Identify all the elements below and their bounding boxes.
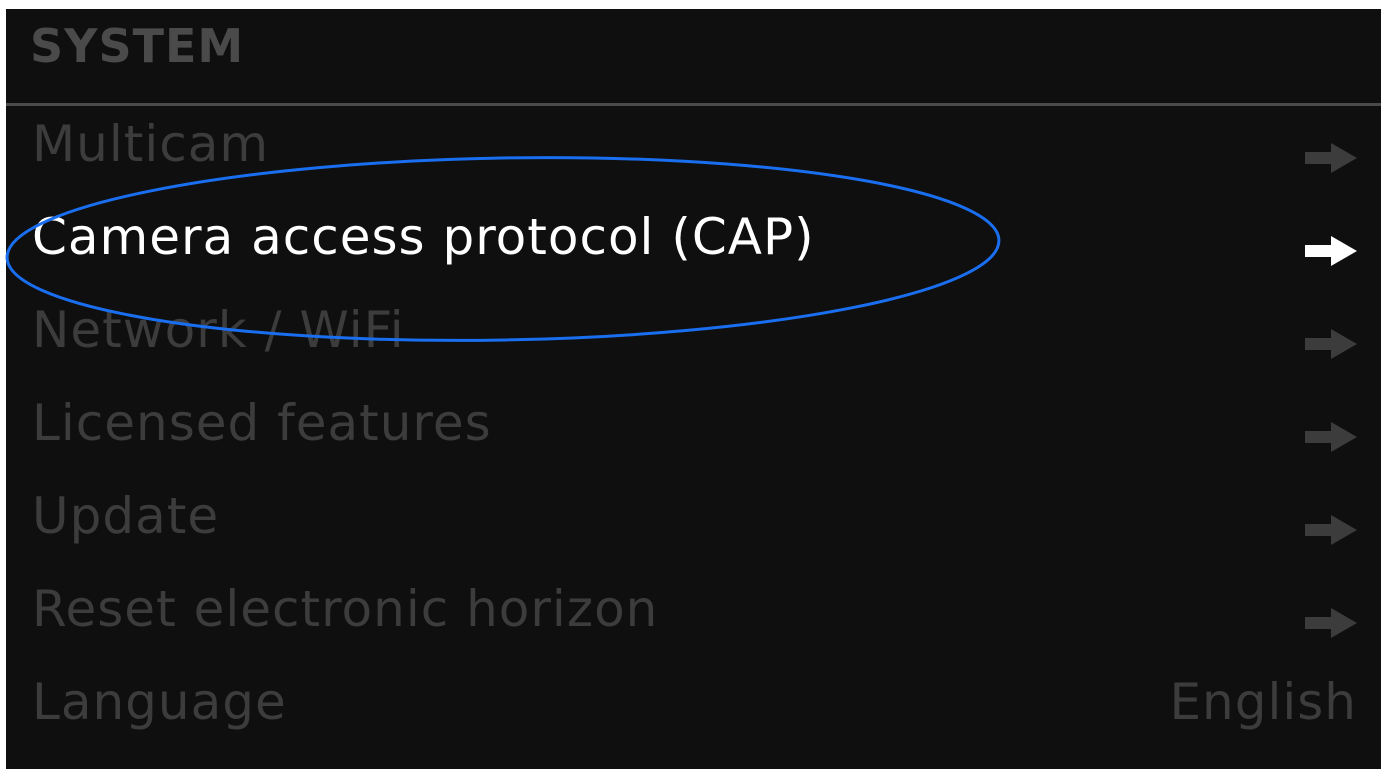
menu-header: SYSTEM — [6, 9, 1381, 103]
menu-item-network-wifi[interactable]: Network / WiFi — [6, 295, 1381, 391]
arrow-right-icon — [1305, 608, 1357, 638]
menu-item-label: Camera access protocol (CAP) — [32, 208, 815, 266]
language-value: English — [1169, 673, 1357, 731]
page-title: SYSTEM — [30, 19, 245, 73]
menu-item-language[interactable]: Language English — [6, 667, 1381, 763]
menu-item-licensed-features[interactable]: Licensed features — [6, 388, 1381, 484]
arrow-right-icon — [1305, 422, 1357, 452]
menu-item-camera-access-protocol[interactable]: Camera access protocol (CAP) — [6, 202, 1381, 298]
menu-item-update[interactable]: Update — [6, 481, 1381, 577]
arrow-right-icon — [1305, 329, 1357, 359]
arrow-right-icon — [1305, 236, 1357, 266]
menu-item-label: Licensed features — [32, 394, 492, 452]
menu-item-label: Reset electronic horizon — [32, 580, 659, 638]
menu-item-label: Language — [32, 673, 287, 731]
menu-item-label: Multicam — [32, 115, 270, 173]
menu-item-multicam[interactable]: Multicam — [6, 109, 1381, 205]
menu-item-label: Network / WiFi — [32, 301, 405, 359]
menu-item-label: Update — [32, 487, 220, 545]
menu-item-reset-electronic-horizon[interactable]: Reset electronic horizon — [6, 574, 1381, 670]
header-divider — [6, 103, 1381, 106]
arrow-right-icon — [1305, 515, 1357, 545]
arrow-right-icon — [1305, 143, 1357, 173]
system-menu-screen: SYSTEM Multicam Camera access protocol (… — [6, 9, 1381, 769]
